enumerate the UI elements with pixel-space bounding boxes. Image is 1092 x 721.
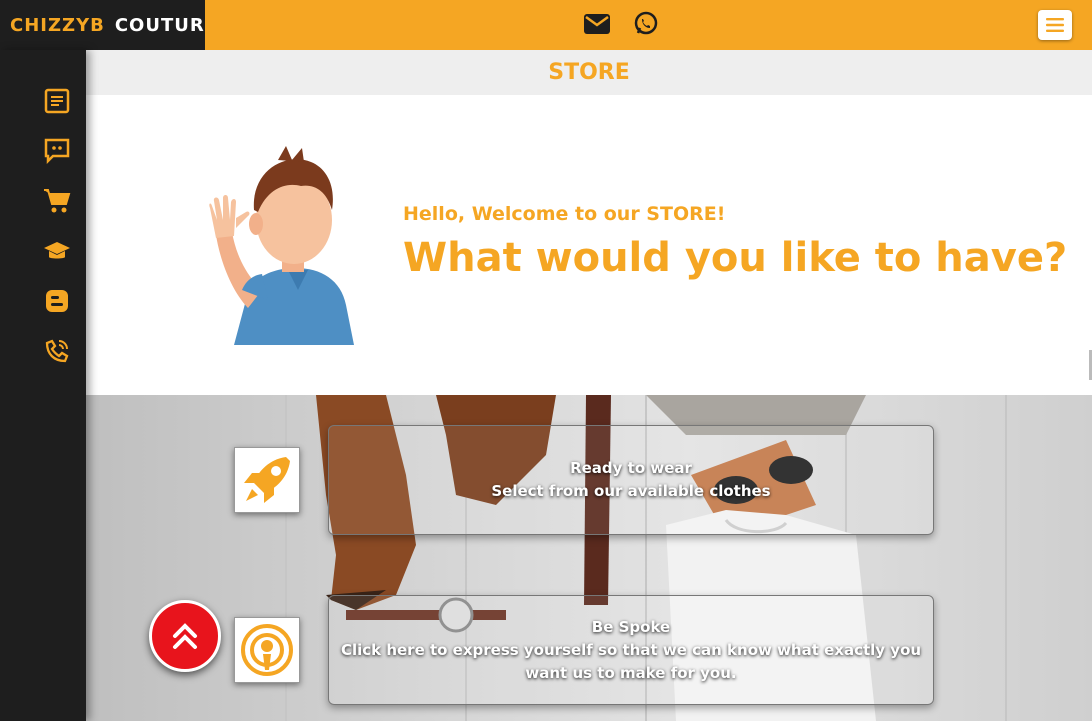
- card-be-spoke[interactable]: Be Spoke Click here to express yourself …: [328, 595, 934, 705]
- hamburger-icon: [1046, 18, 1064, 32]
- sidebar: [0, 50, 86, 721]
- whatsapp-icon[interactable]: [631, 10, 661, 38]
- page-title-bar: STORE: [86, 50, 1092, 95]
- mail-icon[interactable]: [582, 10, 612, 38]
- card-title: Ready to wear: [570, 459, 692, 477]
- chevrons-up-icon: [173, 623, 197, 649]
- podcast-icon: [241, 624, 293, 676]
- welcome-greeting: Hello, Welcome to our STORE!: [403, 203, 726, 225]
- top-bar: [205, 0, 1092, 50]
- back-to-top-button[interactable]: [149, 600, 221, 672]
- cart-icon[interactable]: [42, 186, 72, 216]
- chat-icon[interactable]: [42, 136, 72, 166]
- card-description: Click here to express yourself so that w…: [340, 640, 922, 682]
- card-title: Be Spoke: [591, 617, 671, 636]
- article-icon[interactable]: [42, 86, 72, 116]
- phone-icon[interactable]: [42, 336, 72, 366]
- logo-text-couture: COUTURE: [114, 14, 219, 36]
- graduation-cap-icon[interactable]: [42, 236, 72, 266]
- waving-person-illustration: [209, 146, 354, 345]
- welcome-question: What would you like to have?: [403, 235, 1068, 281]
- card-ready-to-wear-icon-tile[interactable]: [234, 447, 300, 513]
- page-title: STORE: [548, 60, 630, 85]
- menu-button[interactable]: [1038, 10, 1072, 40]
- card-ready-to-wear[interactable]: Ready to wear Select from our available …: [328, 425, 934, 535]
- welcome-section: Hello, Welcome to our STORE! What would …: [86, 95, 1092, 395]
- card-description: Select from our available clothes: [491, 482, 771, 500]
- rocket-icon: [244, 457, 290, 503]
- logo-text-chizzyb: CHIZZYB: [10, 14, 105, 36]
- card-be-spoke-icon-tile[interactable]: [234, 617, 300, 683]
- hero-section: Ready to wear Select from our available …: [86, 395, 1092, 721]
- blogger-icon[interactable]: [42, 286, 72, 316]
- logo[interactable]: CHIZZYB COUTURE: [0, 0, 217, 50]
